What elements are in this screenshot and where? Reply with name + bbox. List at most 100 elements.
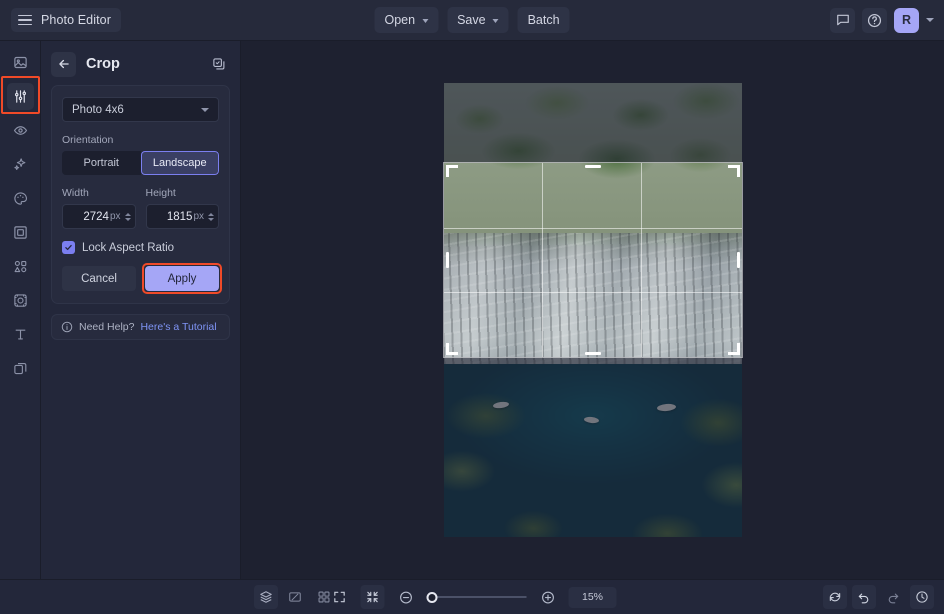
hamburger-icon bbox=[18, 15, 32, 26]
chevron-down-icon bbox=[201, 108, 209, 112]
open-label: Open bbox=[384, 13, 415, 27]
photo-scene bbox=[444, 83, 742, 537]
duplicate-button[interactable] bbox=[208, 53, 230, 75]
sidebar-item-layers[interactable] bbox=[7, 355, 34, 382]
refresh-icon bbox=[828, 590, 842, 604]
batch-button[interactable]: Batch bbox=[518, 7, 570, 33]
expand-icon bbox=[333, 590, 347, 604]
chevron-down-icon bbox=[422, 19, 428, 23]
tutorial-link-text: Here's a Tutorial bbox=[140, 321, 216, 333]
chat-icon bbox=[836, 13, 850, 27]
canvas-area[interactable] bbox=[241, 41, 944, 579]
help-tutorial-link[interactable]: Need Help? Here's a Tutorial bbox=[51, 314, 230, 340]
undo-icon bbox=[857, 590, 871, 604]
height-unit: px bbox=[193, 211, 204, 222]
sticker-icon bbox=[13, 293, 28, 308]
actual-size-button[interactable] bbox=[361, 585, 385, 609]
width-label: Width bbox=[62, 187, 136, 199]
scene-cliff bbox=[444, 233, 742, 383]
app-title: Photo Editor bbox=[41, 13, 111, 27]
chevron-up-icon[interactable] bbox=[125, 213, 131, 216]
sidebar-item-effects[interactable] bbox=[7, 117, 34, 144]
height-value: 1815 bbox=[147, 211, 194, 223]
zoom-slider[interactable] bbox=[427, 590, 527, 604]
undo-button[interactable] bbox=[852, 585, 876, 609]
orientation-portrait-button[interactable]: Portrait bbox=[62, 151, 141, 175]
photo-canvas[interactable] bbox=[444, 83, 742, 537]
redo-button[interactable] bbox=[881, 585, 905, 609]
page-title: Crop bbox=[86, 56, 208, 72]
height-input[interactable]: 1815 px bbox=[146, 204, 220, 229]
palette-icon bbox=[13, 191, 28, 206]
apply-button[interactable]: Apply bbox=[145, 266, 219, 291]
back-button[interactable] bbox=[51, 52, 76, 77]
image-stage[interactable] bbox=[444, 83, 742, 537]
sidebar-item-shapes[interactable] bbox=[7, 253, 34, 280]
sidebar-item-text[interactable] bbox=[7, 321, 34, 348]
zoom-out-button[interactable] bbox=[394, 585, 418, 609]
adjust-icon bbox=[13, 89, 28, 104]
history-controls bbox=[823, 585, 934, 609]
chevron-down-icon[interactable] bbox=[208, 218, 214, 221]
orientation-landscape-button[interactable]: Landscape bbox=[141, 151, 220, 175]
width-stepper[interactable] bbox=[125, 213, 131, 221]
sidebar-item-stickers[interactable] bbox=[7, 287, 34, 314]
redo-icon bbox=[886, 590, 900, 604]
layers-icon bbox=[13, 361, 28, 376]
apply-button-wrapper: Apply bbox=[145, 266, 219, 291]
width-value: 2724 bbox=[63, 211, 110, 223]
app-body: Crop Photo 4x6 Orientation Portrait bbox=[0, 41, 944, 579]
crop-settings-card: Photo 4x6 Orientation Portrait Landscape… bbox=[51, 85, 230, 304]
chevron-down-icon bbox=[493, 19, 499, 23]
image-icon bbox=[13, 55, 28, 70]
account-chevron-down-icon[interactable] bbox=[926, 18, 934, 22]
compare-button[interactable] bbox=[283, 585, 307, 609]
save-label: Save bbox=[457, 13, 486, 27]
zoom-slider-knob[interactable] bbox=[427, 592, 438, 603]
lock-aspect-ratio-label: Lock Aspect Ratio bbox=[82, 242, 174, 254]
tool-rail bbox=[0, 41, 41, 579]
aspect-preset-select[interactable]: Photo 4x6 bbox=[62, 97, 219, 122]
shapes-icon bbox=[13, 259, 28, 274]
sidebar-item-color[interactable] bbox=[7, 185, 34, 212]
zoom-in-button[interactable] bbox=[536, 585, 560, 609]
sidebar-item-enhance[interactable] bbox=[7, 151, 34, 178]
orientation-segmented-control: Portrait Landscape bbox=[62, 151, 219, 175]
avatar[interactable]: R bbox=[894, 8, 919, 33]
chevron-down-icon[interactable] bbox=[125, 218, 131, 221]
help-button[interactable] bbox=[862, 8, 887, 33]
zoom-level-value[interactable]: 15% bbox=[569, 587, 617, 608]
copy-icon bbox=[212, 57, 227, 72]
lock-aspect-ratio-checkbox[interactable]: Lock Aspect Ratio bbox=[62, 241, 219, 254]
crop-panel: Crop Photo 4x6 Orientation Portrait bbox=[41, 41, 241, 579]
history-icon bbox=[915, 590, 929, 604]
checkmark-icon bbox=[62, 241, 75, 254]
fit-to-screen-button[interactable] bbox=[328, 585, 352, 609]
cancel-button[interactable]: Cancel bbox=[62, 266, 136, 291]
arrow-left-icon bbox=[57, 57, 71, 71]
layers-panel-button[interactable] bbox=[254, 585, 278, 609]
sparkle-icon bbox=[13, 157, 28, 172]
feedback-button[interactable] bbox=[830, 8, 855, 33]
height-stepper[interactable] bbox=[208, 213, 214, 221]
open-button[interactable]: Open bbox=[374, 7, 438, 33]
batch-label: Batch bbox=[528, 13, 560, 27]
sidebar-item-adjust[interactable] bbox=[7, 83, 34, 110]
sidebar-item-frames[interactable] bbox=[7, 219, 34, 246]
top-bar: Photo Editor Open Save Batch bbox=[0, 0, 944, 41]
sidebar-item-image[interactable] bbox=[7, 49, 34, 76]
orientation-label: Orientation bbox=[62, 134, 219, 146]
app-menu-button[interactable]: Photo Editor bbox=[11, 8, 121, 32]
aspect-preset-value: Photo 4x6 bbox=[72, 104, 201, 116]
chevron-up-icon[interactable] bbox=[208, 213, 214, 216]
crop-actions: Cancel Apply bbox=[62, 266, 219, 291]
compare-icon bbox=[288, 590, 302, 604]
stack-icon bbox=[259, 590, 273, 604]
save-button[interactable]: Save bbox=[447, 7, 509, 33]
account-actions: R bbox=[830, 8, 934, 33]
zoom-slider-track bbox=[427, 596, 527, 598]
reset-button[interactable] bbox=[823, 585, 847, 609]
width-input[interactable]: 2724 px bbox=[62, 204, 136, 229]
scene-water bbox=[444, 364, 742, 537]
history-button[interactable] bbox=[910, 585, 934, 609]
